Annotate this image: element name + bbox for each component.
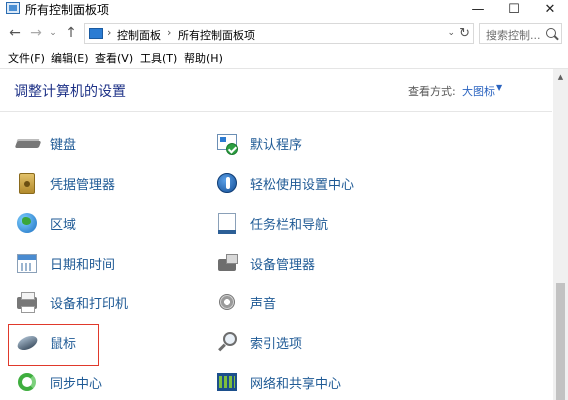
back-button[interactable]: ← <box>6 24 24 42</box>
menu-help[interactable]: 帮助(H) <box>184 50 223 66</box>
title-bar: 所有控制面板项 — ☐ ✕ <box>0 0 568 18</box>
control-item-label[interactable]: 默认程序 <box>250 134 302 153</box>
control-item-label[interactable]: 同步中心 <box>50 373 102 392</box>
menu-bar: 文件(F) 编辑(E) 查看(V) 工具(T) 帮助(H) <box>0 48 568 66</box>
control-item-label[interactable]: 区域 <box>50 214 76 233</box>
maximize-button[interactable]: ☐ <box>496 0 532 18</box>
search-icon[interactable] <box>546 28 556 38</box>
control-item-label[interactable]: 轻松使用设置中心 <box>250 174 354 193</box>
default-programs-icon <box>214 130 240 156</box>
breadcrumb-control-panel[interactable]: 控制面板 <box>117 27 161 43</box>
menu-edit[interactable]: 编辑(E) <box>51 50 89 66</box>
view-by-label: 查看方式: <box>408 85 456 98</box>
taskbar-icon <box>214 210 240 236</box>
menu-tools[interactable]: 工具(T) <box>140 50 177 66</box>
mouse-highlight-box <box>8 324 99 366</box>
control-item-label[interactable]: 键盘 <box>50 134 76 153</box>
search-box[interactable]: 搜索控制... <box>479 23 562 44</box>
breadcrumb-all-items[interactable]: 所有控制面板项 <box>178 27 255 43</box>
control-item-ease-of-access[interactable]: 轻松使用设置中心 <box>214 169 354 197</box>
search-input[interactable]: 搜索控制... <box>486 27 541 43</box>
forward-button[interactable]: → <box>27 24 45 42</box>
minimize-button[interactable]: — <box>460 0 496 18</box>
up-button[interactable]: ↑ <box>62 24 80 42</box>
control-item-label[interactable]: 任务栏和导航 <box>250 214 328 233</box>
address-dropdown-icon[interactable]: ⌄ <box>447 28 455 38</box>
page-title: 调整计算机的设置 <box>14 84 126 100</box>
control-item-devices-printers[interactable]: 设备和打印机 <box>14 288 128 316</box>
close-button[interactable]: ✕ <box>532 0 568 18</box>
control-item-label[interactable]: 设备管理器 <box>250 254 315 273</box>
control-item-taskbar-navigation[interactable]: 任务栏和导航 <box>214 209 328 237</box>
control-item-label[interactable]: 网络和共享中心 <box>250 373 341 392</box>
control-item-network-sharing[interactable]: 网络和共享中心 <box>214 368 341 396</box>
control-panel-icon <box>6 2 20 14</box>
control-item-label[interactable]: 索引选项 <box>250 333 302 352</box>
control-item-label[interactable]: 日期和时间 <box>50 254 115 273</box>
divider <box>0 111 552 112</box>
address-toolbar: ← → ⌄ ↑ › 控制面板 › 所有控制面板项 ⌄ ↻ 搜索控制... <box>0 20 568 46</box>
window-title: 所有控制面板项 <box>25 3 110 17</box>
device-manager-icon <box>214 250 240 276</box>
control-item-label[interactable]: 设备和打印机 <box>50 293 128 312</box>
control-item-credential-manager[interactable]: 凭据管理器 <box>14 169 115 197</box>
recent-locations-chevron-icon[interactable]: ⌄ <box>44 24 62 42</box>
control-item-sound[interactable]: 声音 <box>214 288 276 316</box>
breadcrumb-separator-icon[interactable]: › <box>107 26 111 39</box>
keyboard-icon <box>14 130 42 156</box>
accessibility-icon <box>214 170 240 196</box>
view-by-dropdown[interactable]: 大图标 <box>462 83 495 99</box>
caret-down-icon[interactable]: ▼ <box>496 83 502 92</box>
content-pane: 调整计算机的设置 查看方式: 大图标 ▼ 键盘 凭据管理器 区域 日期和时间 设… <box>0 68 568 400</box>
control-item-label[interactable]: 声音 <box>250 293 276 312</box>
control-item-indexing-options[interactable]: 索引选项 <box>214 328 302 356</box>
control-item-region[interactable]: 区域 <box>14 209 76 237</box>
scrollbar-thumb[interactable] <box>556 283 565 400</box>
control-item-label[interactable]: 凭据管理器 <box>50 174 115 193</box>
control-item-date-time[interactable]: 日期和时间 <box>14 249 115 277</box>
control-panel-icon <box>89 28 103 39</box>
control-item-device-manager[interactable]: 设备管理器 <box>214 249 315 277</box>
sync-icon <box>14 369 40 395</box>
control-item-default-programs[interactable]: 默认程序 <box>214 129 302 157</box>
network-icon <box>214 369 240 395</box>
printer-icon <box>14 289 40 315</box>
breadcrumb-separator-icon[interactable]: › <box>167 26 171 39</box>
control-item-sync-center[interactable]: 同步中心 <box>14 368 102 396</box>
control-item-keyboard[interactable]: 键盘 <box>14 129 76 157</box>
speaker-icon <box>214 289 240 315</box>
calendar-clock-icon <box>14 250 40 276</box>
vertical-scrollbar[interactable]: ▲ <box>553 69 568 400</box>
credential-vault-icon <box>14 170 40 196</box>
menu-file[interactable]: 文件(F) <box>8 50 45 66</box>
menu-view[interactable]: 查看(V) <box>95 50 133 66</box>
magnifier-icon <box>214 329 240 355</box>
address-field[interactable]: › 控制面板 › 所有控制面板项 ⌄ ↻ <box>84 23 474 44</box>
scroll-up-arrow-icon[interactable]: ▲ <box>553 69 568 84</box>
refresh-icon[interactable]: ↻ <box>459 26 470 41</box>
globe-icon <box>14 210 40 236</box>
